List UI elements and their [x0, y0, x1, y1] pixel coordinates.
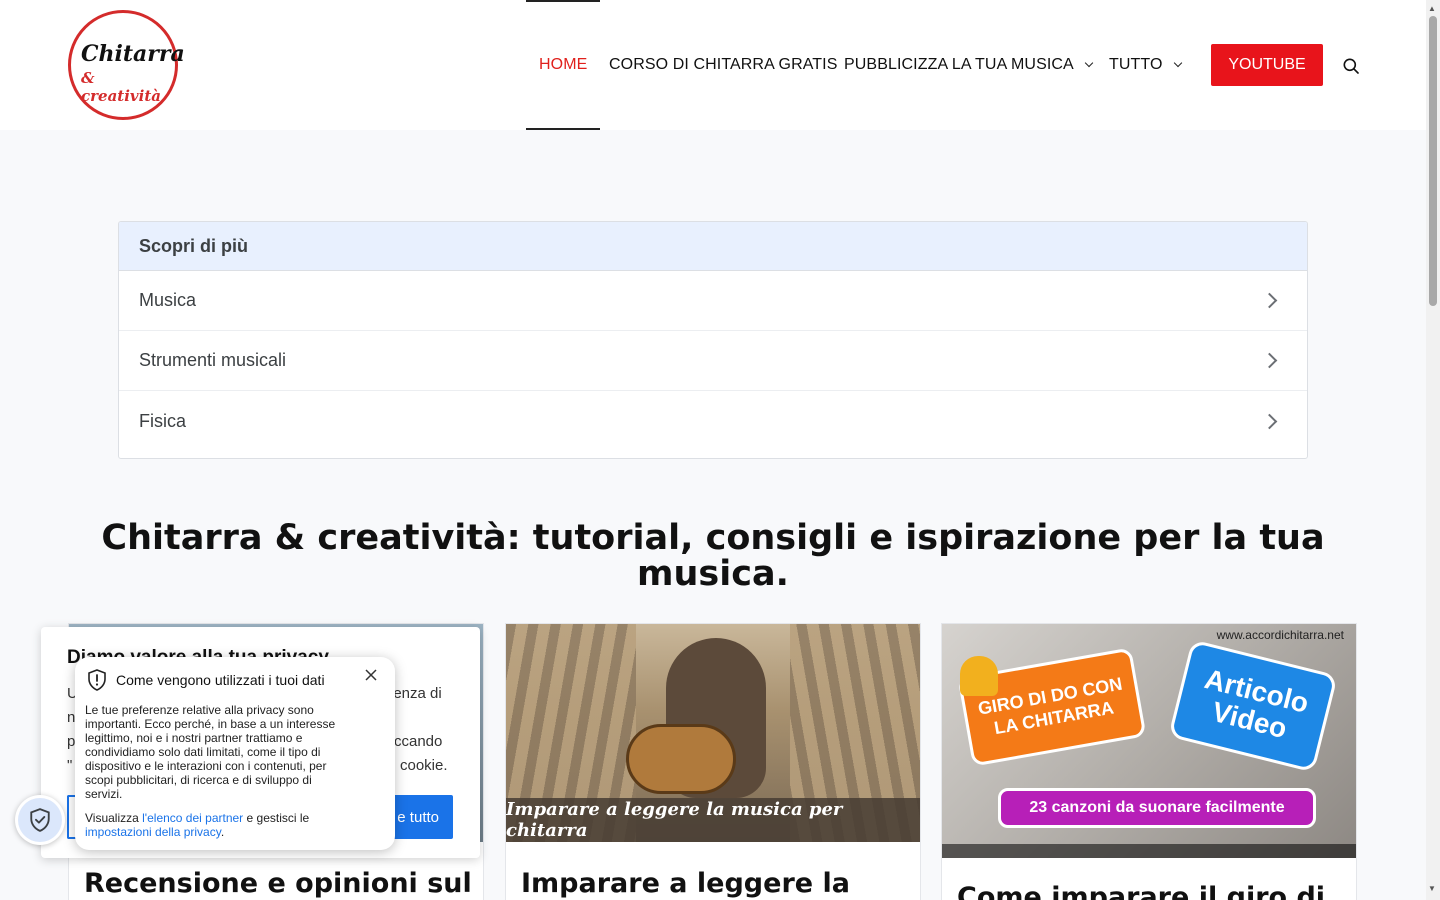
partner-list-link[interactable]: l'elenco dei partner: [142, 811, 243, 825]
page-title: Chitarra & creatività: tutorial, consigl…: [101, 518, 1325, 594]
article-card-2[interactable]: Imparare a leggere la musica per chitarr…: [505, 623, 921, 900]
privacy-shield-button[interactable]: [15, 795, 65, 845]
scrollbar-thumb[interactable]: [1429, 16, 1437, 306]
article-title[interactable]: Recensione e opinioni sul: [84, 868, 472, 899]
detail-title: Come vengono utilizzati i tuoi dati: [116, 672, 325, 688]
chevron-down-icon: [1173, 58, 1182, 68]
privacy-text-fragment: ccando: [394, 733, 443, 750]
search-icon[interactable]: [1343, 58, 1359, 74]
video-player-bar: [942, 844, 1356, 858]
article-card-3[interactable]: www.accordichitarra.net GIRO DI DO CON L…: [941, 623, 1357, 900]
youtube-button[interactable]: YOUTUBE: [1211, 44, 1323, 86]
discover-item-label: Fisica: [139, 410, 187, 431]
nav-tutto-label: TUTTO: [1109, 56, 1163, 73]
scroll-down-icon[interactable]: ▼: [1428, 884, 1436, 893]
chevron-right-icon: [1261, 352, 1278, 369]
detail-footer-text: Visualizza: [85, 811, 143, 825]
scroll-up-icon[interactable]: ▲: [1428, 4, 1436, 13]
privacy-shield-inner: [18, 798, 62, 842]
detail-footer-text: .: [220, 825, 225, 839]
detail-body: Le tue preferenze relative alla privacy …: [85, 703, 336, 801]
nav-tutto[interactable]: TUTTO: [1109, 0, 1182, 130]
image-url: www.accordichitarra.net: [1216, 628, 1344, 642]
discover-box: Scopri di più Musica Strumenti musicali …: [118, 221, 1308, 459]
discover-item-label: Musica: [139, 290, 197, 310]
nav-home-label: HOME: [539, 56, 588, 73]
article-image[interactable]: www.accordichitarra.net GIRO DI DO CON L…: [942, 624, 1356, 858]
shield-icon: [88, 669, 106, 691]
article-title[interactable]: Imparare a leggere la: [521, 868, 850, 899]
chevron-right-icon: [1261, 413, 1278, 429]
detail-footer-text: e gestisci le: [243, 811, 310, 825]
article-image[interactable]: Imparare a leggere la musica per chitarr…: [506, 624, 920, 842]
privacy-text-fragment: cookie.: [400, 757, 448, 774]
logo-line-2: & creatività: [81, 69, 161, 105]
close-icon[interactable]: [365, 669, 377, 681]
privacy-text-fragment: ienza di: [390, 685, 442, 702]
logo-line-1: Chitarra: [81, 41, 185, 67]
detail-header: Come vengono utilizzati i tuoi dati: [87, 669, 325, 691]
discover-item-fisica[interactable]: Fisica: [119, 391, 1307, 451]
discover-item-label: Strumenti musicali: [139, 350, 287, 370]
image-pill: 23 canzoni da suonare facilmente: [998, 788, 1316, 828]
site-logo[interactable]: Chitarra & creatività: [68, 10, 185, 120]
chevron-right-icon: [1261, 292, 1278, 309]
bell-icon: [960, 656, 998, 696]
youtube-button-label: YOUTUBE: [1228, 56, 1306, 73]
article-title[interactable]: Come imparare il giro di: [957, 882, 1325, 900]
chevron-down-icon: [1084, 58, 1094, 68]
discover-title: Scopri di più: [119, 222, 1307, 271]
discover-item-musica[interactable]: Musica: [119, 271, 1307, 331]
nav-home[interactable]: HOME: [525, 0, 601, 130]
image-banner: Imparare a leggere la musica per chitarr…: [506, 798, 920, 842]
guitar-illustration: [626, 724, 736, 794]
discover-item-strumenti[interactable]: Strumenti musicali: [119, 331, 1307, 391]
shield-check-icon: [30, 808, 50, 832]
nav-corso-label: CORSO DI CHITARRA GRATIS: [609, 56, 838, 73]
image-badge-blue: Articolo Video: [1168, 639, 1338, 773]
nav-pubblicizza[interactable]: PUBBLICIZZA LA TUA MUSICA: [844, 0, 1094, 130]
nav-corso[interactable]: CORSO DI CHITARRA GRATIS: [609, 0, 838, 130]
privacy-settings-link[interactable]: impostazioni della privacy: [85, 825, 221, 839]
accept-all-label: e tutto: [397, 808, 439, 826]
privacy-detail-popover: Come vengono utilizzati i tuoi dati Le t…: [75, 657, 395, 850]
detail-footer: Visualizza l'elenco dei partner e gestis…: [85, 811, 375, 839]
site-header: Chitarra & creatività HOME CORSO DI CHIT…: [0, 0, 1426, 130]
privacy-text-fragment: ": [67, 757, 73, 774]
nav-pubblicizza-label: PUBBLICIZZA LA TUA MUSICA: [844, 56, 1074, 73]
